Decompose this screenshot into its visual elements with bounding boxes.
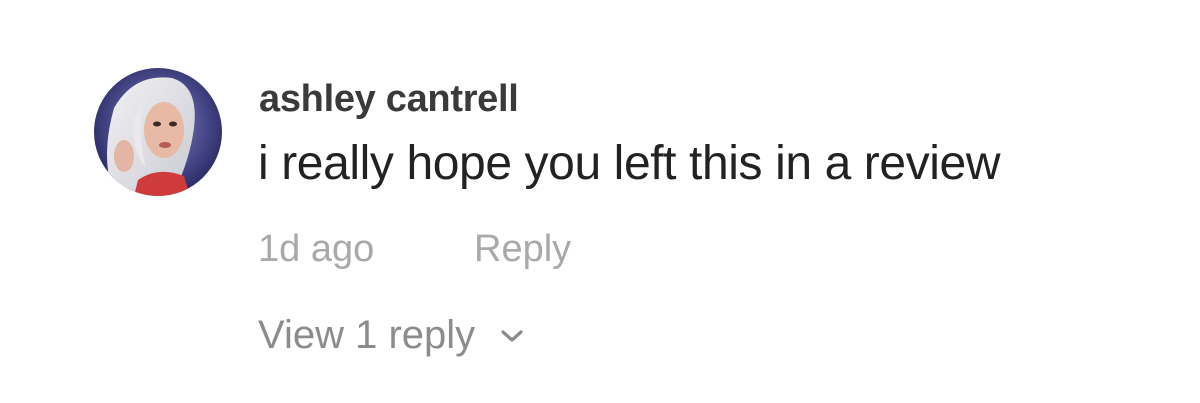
comment-username[interactable]: ashley cantrell: [259, 78, 519, 121]
view-replies-button[interactable]: View 1 reply: [258, 313, 525, 358]
comment-item: ashley cantrell i really hope you left t…: [0, 0, 1200, 403]
comment-timestamp: 1d ago: [258, 228, 375, 270]
chevron-down-icon: [499, 328, 525, 344]
view-replies-label: View 1 reply: [258, 313, 476, 357]
avatar[interactable]: [94, 68, 222, 196]
reply-button[interactable]: Reply: [474, 228, 571, 271]
comment-text: i really hope you left this in a review: [258, 137, 1001, 190]
